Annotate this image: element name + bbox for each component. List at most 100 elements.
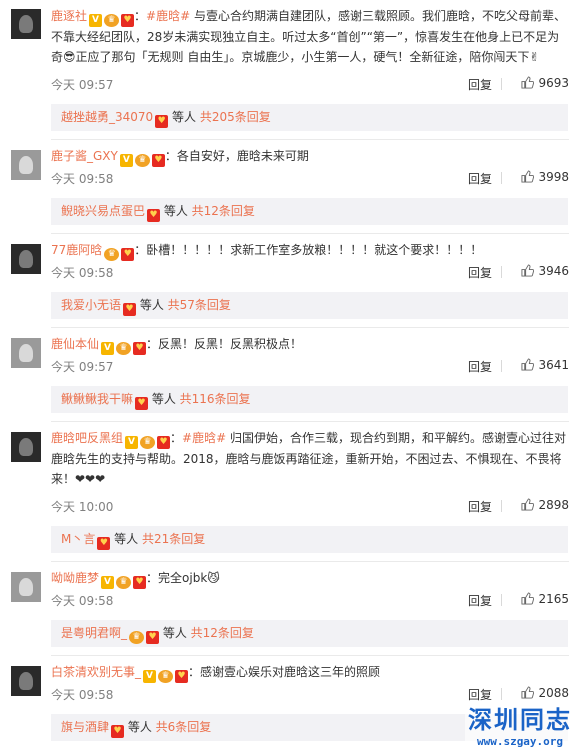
comment-meta: 今天 09:58 回复 2088 [51,686,569,702]
comment-username[interactable]: 鹿晗吧反黑组 [51,431,123,445]
comment-time: 今天 10:00 [51,500,114,514]
avatar[interactable] [11,432,41,462]
comment-text: 呦呦鹿梦 V ♛ ♥ ：完全ojbk😼 [51,568,571,589]
like-button[interactable]: 3998 [505,170,569,184]
reply-count-link[interactable]: 共57条回复 [168,298,231,312]
reply-button[interactable]: 回复 [468,498,492,515]
watermark-url: www.szgay.org [476,735,564,748]
fan-badge-icon: ♥ [123,303,137,316]
reply-count-link[interactable]: 共12条回复 [192,204,255,218]
thumbs-up-icon [521,76,535,89]
divider [51,139,569,140]
reply-button[interactable]: 回复 [468,592,492,609]
verified-icon: V [143,670,157,683]
reply-username[interactable]: 鲵晓兴易点蛋巴 [61,204,145,218]
reply-username[interactable]: 旗与酒肆 [61,720,109,734]
reply-button[interactable]: 回复 [468,76,492,93]
reply-username[interactable]: M丶言 [61,532,95,546]
reply-summary[interactable]: 我爱小无语 ♥ 等人 共57条回复 [51,292,568,319]
reply-username[interactable]: 鳅鳅鳅我干嘛 [61,392,133,406]
vip-icon: ♛ [129,631,145,644]
like-count: 2898 [538,498,569,512]
avatar[interactable] [11,150,41,180]
divider [51,421,569,422]
like-button[interactable]: 9693 [505,76,569,90]
like-button[interactable]: 2165 [505,592,569,606]
reply-summary[interactable]: 鳅鳅鳅我干嘛 ♥ 等人 共116条回复 [51,386,568,413]
fan-badge-icon: ♥ [146,631,160,644]
reply-button[interactable]: 回复 [468,170,492,187]
reply-text: 等人 [110,532,142,546]
comment-meta: 今天 09:57 回复 9693 [51,76,569,92]
comment-username[interactable]: 白茶清欢别无事_ [51,665,141,679]
like-button[interactable]: 2898 [505,498,569,512]
like-button[interactable]: 3946 [505,264,569,278]
thumbs-up-icon [521,686,535,699]
fan-badge-icon: ♥ [97,537,111,550]
divider [51,233,569,234]
comment-username[interactable]: 77鹿阿晗 [51,243,102,257]
comment-body: 感谢壹心娱乐对鹿晗这三年的照顾 [200,665,381,679]
reply-summary[interactable]: 是粤明君啊_ ♛ ♥ 等人 共12条回复 [51,620,568,647]
comment-time: 今天 09:58 [51,594,114,608]
hashtag-link[interactable]: #鹿晗# [146,9,190,23]
reply-count-link[interactable]: 共205条回复 [200,110,271,124]
thumbs-up-icon [521,358,535,371]
comment-body: 各自安好，鹿晗未来可期 [176,149,309,163]
comment-time: 今天 09:58 [51,172,114,186]
reply-username[interactable]: 越挫越勇_34070 [61,110,153,124]
divider [501,688,502,700]
like-button[interactable]: 3641 [505,358,569,372]
vip-icon: ♛ [116,342,132,355]
reply-text: 等人 [160,204,192,218]
colon: ： [146,571,159,585]
avatar[interactable] [11,666,41,696]
verified-icon: V [89,14,103,27]
divider [501,360,502,372]
reply-count-link[interactable]: 共21条回复 [142,532,205,546]
avatar[interactable] [11,9,41,39]
avatar[interactable] [11,572,41,602]
reply-username[interactable]: 是粤明君啊_ [61,626,127,640]
comment-body: 反黑！反黑！反黑积极点！ [158,337,303,351]
avatar[interactable] [11,244,41,274]
fan-badge-icon: ♥ [157,436,171,449]
reply-button[interactable]: 回复 [468,358,492,375]
comment-time: 今天 09:58 [51,688,114,702]
thumbs-up-icon [521,498,535,511]
reply-count-link[interactable]: 共12条回复 [191,626,254,640]
fan-badge-icon: ♥ [151,154,165,167]
reply-text: 等人 [136,298,168,312]
comment-username[interactable]: 鹿仙本仙 [51,337,99,351]
reply-username[interactable]: 我爱小无语 [61,298,121,312]
divider [501,172,502,184]
reply-text: 等人 [168,110,200,124]
reply-text: 等人 [124,720,156,734]
reply-summary[interactable]: 鲵晓兴易点蛋巴 ♥ 等人 共12条回复 [51,198,568,225]
reply-button[interactable]: 回复 [468,686,492,703]
colon: ： [134,9,147,23]
comment-time: 今天 09:57 [51,360,114,374]
comment-username[interactable]: 鹿子酱_GXY [51,149,118,163]
fan-badge-icon: ♥ [155,115,169,128]
fan-badge-icon: ♥ [135,397,149,410]
reply-button[interactable]: 回复 [468,264,492,281]
reply-summary[interactable]: M丶言 ♥ 等人 共21条回复 [51,526,568,553]
hashtag-link[interactable]: #鹿晗# [182,431,226,445]
comment-username[interactable]: 鹿逐社 [51,9,87,23]
reply-text: 等人 [148,392,180,406]
comment-username[interactable]: 呦呦鹿梦 [51,571,99,585]
colon: ： [164,149,177,163]
verified-icon: V [125,436,139,449]
reply-count-link[interactable]: 共116条回复 [180,392,251,406]
reply-summary[interactable]: 越挫越勇_34070 ♥ 等人 共205条回复 [51,104,568,131]
reply-count-link[interactable]: 共6条回复 [156,720,212,734]
colon: ： [170,431,183,445]
like-button[interactable]: 2088 [505,686,569,700]
comment-text: 白茶清欢别无事_ V ♛ ♥ ：感谢壹心娱乐对鹿晗这三年的照顾 [51,662,571,683]
verified-icon: V [101,342,115,355]
comment-body: 卧槽！！！！！求新工作室多放粮！！！！就这个要求！！！！ [146,243,483,257]
avatar[interactable] [11,338,41,368]
verified-icon: V [119,154,133,167]
colon: ： [134,243,147,257]
